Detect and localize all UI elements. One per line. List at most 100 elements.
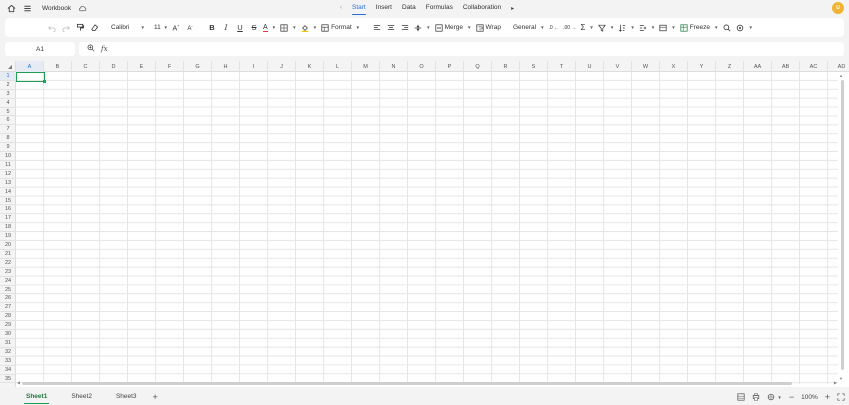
filter-icon[interactable]: ▼ (596, 20, 616, 36)
settings-icon[interactable]: ▼ (734, 20, 754, 36)
row-header-21[interactable]: 21 (0, 250, 16, 259)
format-button[interactable]: Format ▼ (319, 20, 362, 36)
search-icon[interactable] (720, 20, 734, 36)
tab-collaboration[interactable]: Collaboration (463, 0, 501, 16)
column-header-b[interactable]: B (44, 61, 72, 72)
borders-icon[interactable]: ▼ (278, 20, 298, 36)
row-header-29[interactable]: 29 (0, 321, 16, 331)
format-painter-icon[interactable] (73, 20, 87, 36)
row-header-33[interactable]: 33 (0, 357, 16, 366)
font-family-select[interactable]: Calibri ▼ (109, 21, 147, 35)
fill-color-icon[interactable]: ▼ (299, 20, 319, 36)
column-header-a[interactable]: A (16, 61, 44, 72)
row-header-22[interactable]: 22 (0, 259, 16, 268)
font-size-select[interactable]: 11 ▼ (153, 21, 169, 35)
sheet-tab-1[interactable]: Sheet1 (14, 389, 59, 405)
column-header-k[interactable]: K (296, 61, 324, 72)
column-header-f[interactable]: F (156, 61, 184, 72)
zoom-level[interactable]: 100% (801, 394, 818, 401)
scroll-left-icon[interactable]: ◀ (17, 380, 20, 385)
column-header-aa[interactable]: AA (744, 61, 772, 72)
row-header-5[interactable]: 5 (0, 108, 16, 117)
scroll-down-icon[interactable]: ▼ (839, 376, 843, 381)
zoom-in-icon[interactable] (87, 44, 95, 54)
column-header-ab[interactable]: AB (772, 61, 800, 72)
cell-area[interactable] (16, 72, 838, 384)
sum-icon[interactable]: Σ ▼ (578, 20, 595, 36)
align-left-icon[interactable] (370, 20, 384, 36)
row-header-18[interactable]: 18 (0, 223, 16, 233)
row-header-14[interactable]: 14 (0, 188, 16, 197)
home-icon[interactable] (6, 3, 16, 13)
scroll-right-icon[interactable]: ▶ (834, 380, 837, 385)
freeze-button[interactable]: Freeze ▼ (678, 20, 721, 36)
horizontal-scrollbar[interactable]: ◀ ▶ (16, 380, 838, 387)
column-header-n[interactable]: N (380, 61, 408, 72)
row-header-10[interactable]: 10 (0, 152, 16, 161)
column-header-w[interactable]: W (632, 61, 660, 72)
column-header-h[interactable]: H (212, 61, 240, 72)
zoom-in-button-icon[interactable]: + (825, 392, 830, 402)
column-header-j[interactable]: J (268, 61, 296, 72)
row-header-3[interactable]: 3 (0, 90, 16, 99)
row-header-13[interactable]: 13 (0, 179, 16, 188)
tab-insert[interactable]: Insert (376, 0, 392, 16)
underline-icon[interactable]: U (233, 20, 247, 36)
row-header-17[interactable]: 17 (0, 214, 16, 224)
row-header-27[interactable]: 27 (0, 303, 16, 313)
row-header-19[interactable]: 19 (0, 232, 16, 242)
hamburger-icon[interactable] (22, 3, 32, 13)
undo-icon[interactable] (45, 20, 59, 36)
row-header-32[interactable]: 32 (0, 348, 16, 357)
table-style-icon[interactable]: ▼ (657, 20, 677, 36)
column-header-i[interactable]: I (240, 61, 268, 72)
page-break-icon[interactable]: ▼ (767, 393, 782, 401)
column-header-d[interactable]: D (100, 61, 128, 72)
sort-icon[interactable]: ▼ (616, 20, 636, 36)
column-header-ac[interactable]: AC (800, 61, 828, 72)
row-header-34[interactable]: 34 (0, 366, 16, 375)
row-header-31[interactable]: 31 (0, 339, 16, 348)
scroll-up-icon[interactable]: ▲ (839, 73, 843, 78)
formula-input-area[interactable]: fx (79, 42, 844, 56)
row-header-6[interactable]: 6 (0, 117, 16, 126)
zoom-out-icon[interactable]: − (789, 392, 794, 402)
row-header-30[interactable]: 30 (0, 330, 16, 339)
add-sheet-icon[interactable]: + (153, 392, 158, 402)
column-header-r[interactable]: R (492, 61, 520, 72)
print-layout-icon[interactable] (752, 393, 760, 401)
column-header-v[interactable]: V (604, 61, 632, 72)
row-header-16[interactable]: 16 (0, 206, 16, 215)
active-cell[interactable] (16, 72, 46, 83)
clear-format-icon[interactable] (87, 20, 101, 36)
merge-button[interactable]: Merge ▼ (433, 20, 474, 36)
column-header-m[interactable]: M (352, 61, 380, 72)
align-center-icon[interactable] (384, 20, 398, 36)
column-header-x[interactable]: X (660, 61, 688, 72)
row-header-23[interactable]: 23 (0, 268, 16, 277)
column-header-y[interactable]: Y (688, 61, 716, 72)
avatar[interactable]: U (832, 2, 844, 14)
row-header-2[interactable]: 2 (0, 81, 16, 90)
row-header-35[interactable]: 35 (0, 375, 16, 384)
fullscreen-icon[interactable] (837, 393, 845, 401)
vertical-align-icon[interactable]: ▼ (412, 20, 432, 36)
row-header-24[interactable]: 24 (0, 277, 16, 286)
column-header-t[interactable]: T (548, 61, 576, 72)
vertical-scroll-thumb[interactable] (840, 80, 844, 370)
font-color-icon[interactable]: A ▼ (261, 20, 278, 36)
ribbon-more-icon[interactable]: ▸ (511, 5, 514, 12)
column-header-p[interactable]: P (436, 61, 464, 72)
tab-formulas[interactable]: Formulas (426, 0, 453, 16)
redo-icon[interactable] (59, 20, 73, 36)
row-header-26[interactable]: 26 (0, 295, 16, 304)
row-header-15[interactable]: 15 (0, 197, 16, 206)
column-header-u[interactable]: U (576, 61, 604, 72)
decrease-decimal-icon[interactable]: .00 → (561, 20, 578, 36)
column-header-c[interactable]: C (72, 61, 100, 72)
horizontal-scroll-thumb[interactable] (22, 382, 792, 385)
row-header-7[interactable]: 7 (0, 125, 16, 135)
column-header-g[interactable]: G (184, 61, 212, 72)
bold-icon[interactable]: B (205, 20, 219, 36)
decrease-font-icon[interactable]: A- (183, 20, 197, 36)
